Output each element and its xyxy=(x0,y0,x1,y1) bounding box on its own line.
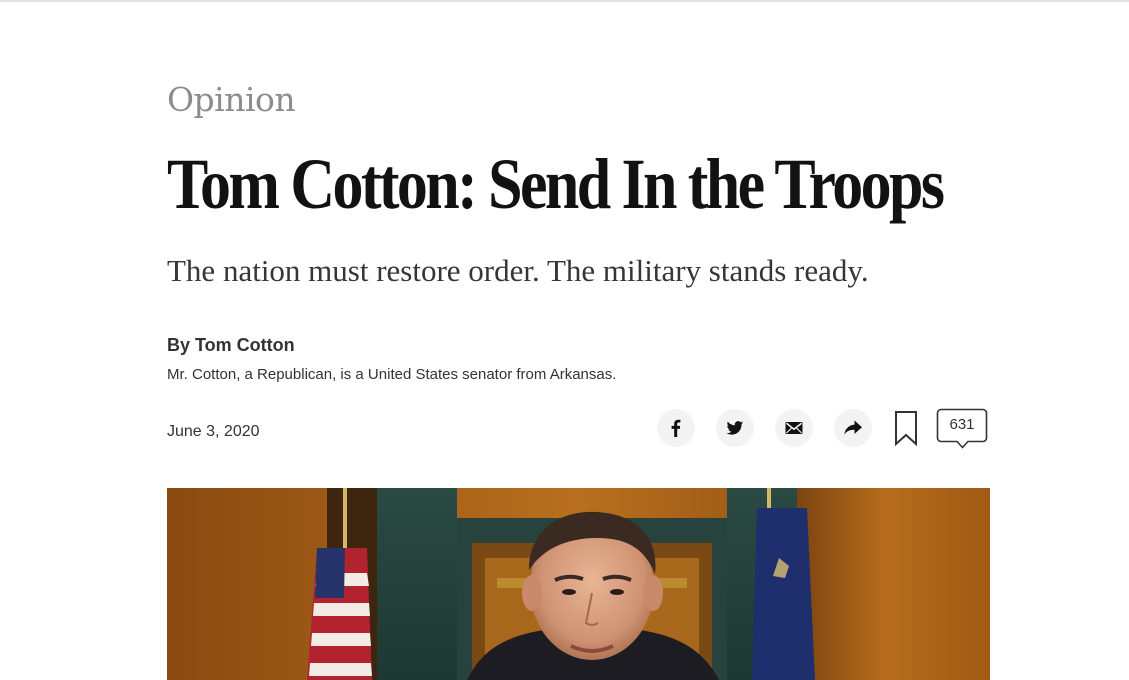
author-name[interactable]: Tom Cotton xyxy=(195,335,295,355)
top-divider xyxy=(0,0,1129,2)
email-share-button[interactable] xyxy=(775,409,813,447)
share-arrow-icon xyxy=(844,420,862,435)
byline-prefix: By xyxy=(167,335,191,355)
publish-date: June 3, 2020 xyxy=(167,423,260,440)
save-button[interactable] xyxy=(893,410,919,447)
senator-portrait-image xyxy=(167,488,990,680)
facebook-share-button[interactable] xyxy=(657,409,695,447)
facebook-icon xyxy=(671,419,681,437)
author-bio: Mr. Cotton, a Republican, is a United St… xyxy=(167,366,617,383)
email-icon xyxy=(785,422,803,434)
section-label[interactable]: Opinion xyxy=(167,80,296,119)
comments-button[interactable]: 631 xyxy=(936,408,988,450)
more-share-button[interactable] xyxy=(834,409,872,447)
comments-count: 631 xyxy=(949,416,975,433)
article-summary: The nation must restore order. The milit… xyxy=(167,253,869,288)
bookmark-icon xyxy=(895,411,917,447)
hero-photo xyxy=(167,488,990,680)
article-headline: Tom Cotton: Send In the Troops xyxy=(167,144,945,224)
twitter-icon xyxy=(726,421,744,435)
byline: By Tom Cotton xyxy=(167,335,295,356)
share-toolbar: 631 xyxy=(657,407,990,449)
twitter-share-button[interactable] xyxy=(716,409,754,447)
